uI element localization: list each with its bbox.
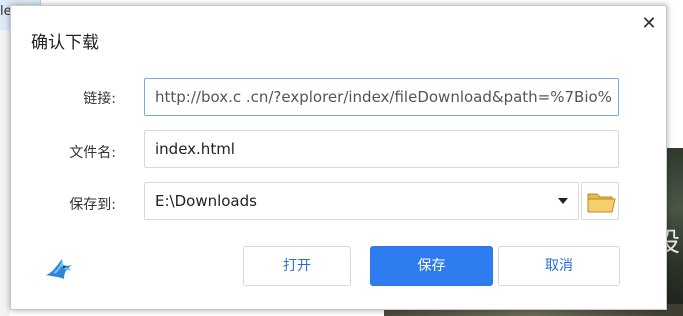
chevron-down-icon[interactable] bbox=[558, 198, 568, 204]
save-button[interactable]: 保存 bbox=[370, 246, 493, 286]
saveto-value: E:\Downloads bbox=[155, 192, 257, 210]
open-button[interactable]: 打开 bbox=[243, 246, 351, 286]
browse-folder-button[interactable] bbox=[581, 182, 619, 220]
download-confirm-dialog: 确认下载 ✕ 链接: http://box.c .cn/?explorer/in… bbox=[10, 5, 667, 310]
folder-icon bbox=[587, 193, 616, 213]
close-icon[interactable]: ✕ bbox=[639, 14, 659, 34]
link-label: 链接: bbox=[83, 91, 116, 107]
thunder-bird-logo-icon bbox=[46, 259, 72, 279]
dialog-title: 确认下载 bbox=[31, 33, 99, 53]
saveto-label: 保存到: bbox=[69, 197, 116, 213]
link-field[interactable]: http://box.c .cn/?explorer/index/fileDow… bbox=[144, 78, 619, 116]
saveto-select[interactable]: E:\Downloads bbox=[144, 182, 579, 220]
filename-field[interactable]: index.html bbox=[144, 130, 619, 168]
background-strip bbox=[0, 30, 10, 316]
filename-label: 文件名: bbox=[69, 145, 116, 161]
cancel-button[interactable]: 取消 bbox=[498, 246, 620, 286]
